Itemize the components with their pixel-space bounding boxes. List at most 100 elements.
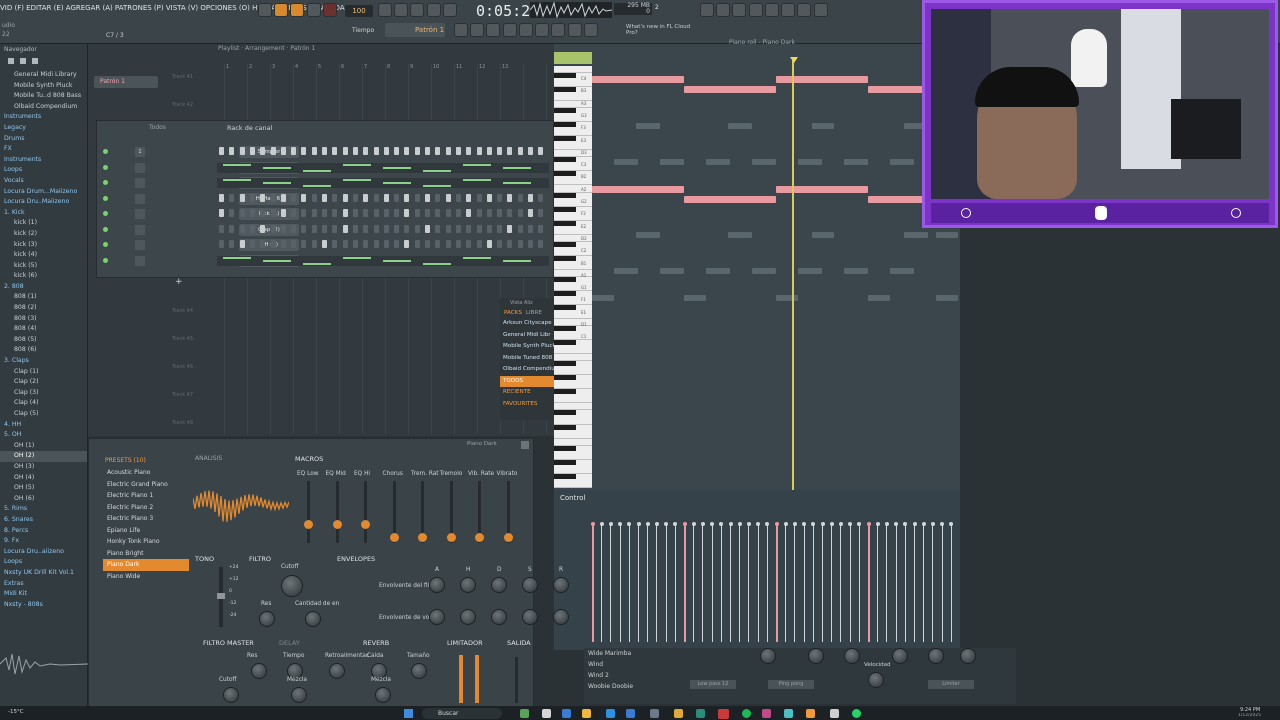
loop-record-icon[interactable]: [426, 3, 441, 17]
step-button[interactable]: [249, 193, 255, 202]
step-button[interactable]: [249, 224, 255, 233]
browser-item[interactable]: OH (3): [0, 462, 87, 473]
step-button[interactable]: [507, 240, 513, 248]
step-button[interactable]: [404, 193, 410, 202]
fx-list-item[interactable]: Woobie Doobie: [586, 681, 666, 692]
fx-chip-pingpong[interactable]: Ping pong: [768, 680, 814, 689]
step-button[interactable]: [497, 209, 503, 217]
macro-slider-thumb[interactable]: [332, 520, 342, 530]
step-button[interactable]: [476, 193, 482, 202]
envelope-filter-knob[interactable]: [429, 577, 445, 593]
step-button[interactable]: [229, 224, 235, 233]
piano-black-key[interactable]: [554, 73, 576, 79]
step-button[interactable]: [373, 209, 379, 217]
step-button[interactable]: [394, 193, 400, 202]
playlist-ruler[interactable]: 1 2 3 4 5 6 7 8 9 10 11 12 13: [224, 64, 554, 72]
browser-item[interactable]: 808 (5): [0, 335, 87, 346]
step-button[interactable]: [414, 240, 420, 248]
step-button[interactable]: [270, 147, 276, 155]
step-button[interactable]: [229, 240, 235, 248]
step-button[interactable]: [291, 147, 297, 155]
velocity-handle[interactable]: [930, 522, 935, 526]
fx-param-knob[interactable]: [251, 663, 267, 679]
browser-item[interactable]: Drums: [0, 134, 87, 145]
piano-black-key[interactable]: [554, 171, 576, 177]
step-button[interactable]: [517, 240, 523, 248]
track-header[interactable]: Track 42: [172, 102, 193, 108]
step-button[interactable]: [249, 147, 255, 155]
velocity-bar[interactable]: [914, 524, 915, 642]
step-button[interactable]: [507, 209, 513, 217]
step-button[interactable]: [466, 209, 472, 217]
velocity-bar[interactable]: [941, 524, 943, 642]
piano-black-key[interactable]: [554, 445, 576, 451]
mute-icon[interactable]: [518, 23, 533, 37]
piano-white-key[interactable]: [554, 178, 592, 186]
piano-white-key[interactable]: [554, 354, 592, 362]
step-edit-icon[interactable]: [442, 3, 457, 17]
browser-item[interactable]: Clap (1): [0, 367, 87, 378]
preset-item[interactable]: Piano Dark: [103, 559, 189, 571]
control-label[interactable]: Control: [560, 494, 585, 502]
preset-item[interactable]: Honky Tonk Piano: [103, 536, 189, 548]
piano-black-key[interactable]: [554, 305, 576, 311]
velocity-bar[interactable]: [831, 524, 833, 642]
preset-item[interactable]: Piano Wide: [103, 571, 189, 583]
velocity-bar[interactable]: [803, 524, 805, 642]
step-button[interactable]: [352, 240, 358, 248]
news-text[interactable]: What's new in FL Cloud Pro?: [626, 24, 692, 36]
browser-item[interactable]: Nxsty UK Drill Kit Vol.1: [0, 568, 87, 579]
velocity-handle[interactable]: [719, 522, 724, 526]
taskbar-edge-icon[interactable]: [606, 709, 615, 718]
step-button[interactable]: [383, 147, 389, 155]
cat-todos[interactable]: TODOS: [500, 375, 554, 387]
velocity-bar[interactable]: [638, 524, 639, 642]
step-button[interactable]: [476, 147, 482, 155]
velocity-bar[interactable]: [665, 524, 667, 642]
midi-note[interactable]: [684, 86, 776, 93]
forward-icon[interactable]: [20, 58, 26, 64]
step-button[interactable]: [311, 147, 317, 155]
piano-white-key[interactable]: [554, 214, 592, 221]
step-button[interactable]: [486, 240, 492, 248]
step-button[interactable]: [507, 193, 513, 202]
preset-item[interactable]: Epiano Life: [103, 525, 189, 537]
step-button[interactable]: [260, 193, 266, 202]
tab-packs[interactable]: PACKS: [504, 310, 522, 316]
piano-black-key[interactable]: [554, 473, 576, 479]
velocity-handle[interactable]: [811, 522, 816, 526]
envelope-volume-knob[interactable]: [522, 609, 538, 625]
channel-led[interactable]: [103, 180, 108, 185]
step-button[interactable]: [270, 193, 276, 202]
step-button[interactable]: [414, 147, 420, 155]
velocity-handle[interactable]: [829, 522, 834, 526]
step-button[interactable]: [280, 209, 286, 217]
velocity-handle[interactable]: [940, 522, 945, 526]
fx-param-knob[interactable]: [223, 687, 239, 703]
browser-item[interactable]: OH (1): [0, 441, 87, 452]
step-button[interactable]: [455, 240, 461, 248]
step-button[interactable]: [435, 224, 441, 233]
taskbar-whatsapp-icon[interactable]: [852, 709, 861, 718]
step-button[interactable]: [301, 224, 307, 233]
piano-black-key[interactable]: [554, 375, 576, 381]
step-button[interactable]: [280, 240, 286, 248]
velocity-bar[interactable]: [628, 524, 630, 642]
velocity-bar[interactable]: [748, 524, 750, 642]
step-button[interactable]: [311, 240, 317, 248]
piano-keyboard[interactable]: C4 B3 A3 G3 F3 E3 D3 C3 B2 A2 G2 F2 E2 D2 C2 B1 A1 G1 F1 E1…: [554, 66, 592, 488]
browser-item[interactable]: 3. Claps: [0, 356, 87, 367]
step-button[interactable]: [528, 147, 533, 155]
preset-item[interactable]: Electric Piano 2: [103, 502, 189, 514]
velocity-handle[interactable]: [682, 522, 687, 526]
velocity-handle[interactable]: [903, 522, 908, 526]
step-button[interactable]: [394, 224, 400, 233]
taskbar-chrome-icon[interactable]: [674, 709, 683, 718]
velocity-bar[interactable]: [766, 524, 768, 642]
step-button[interactable]: [394, 209, 400, 217]
piano-white-key[interactable]: [554, 439, 592, 446]
velocity-bar[interactable]: [647, 524, 649, 642]
taskbar-app-3-icon[interactable]: [562, 709, 571, 718]
piano-black-key[interactable]: [554, 206, 576, 212]
piano-black-key[interactable]: [554, 122, 576, 128]
